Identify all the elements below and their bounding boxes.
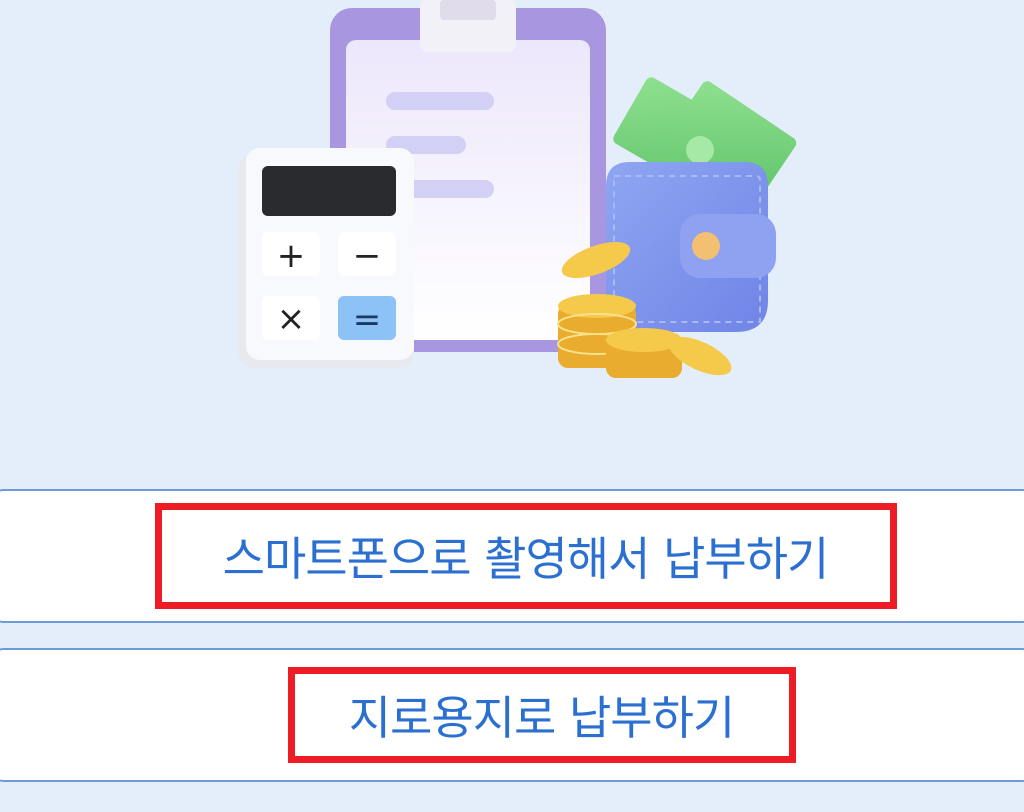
plus-key: +	[277, 236, 306, 276]
calculator-icon: + − × =	[238, 148, 414, 368]
minus-key: −	[353, 236, 382, 276]
equals-key: =	[353, 300, 382, 340]
pay-with-giro-slip-label: 지로용지로 납부하기	[287, 667, 796, 763]
payment-illustration: + − × =	[238, 0, 797, 378]
times-key: ×	[277, 299, 306, 339]
pay-with-smartphone-photo-button[interactable]: 스마트폰으로 촬영해서 납부하기	[0, 489, 1024, 623]
pay-with-smartphone-photo-label: 스마트폰으로 촬영해서 납부하기	[154, 503, 897, 609]
pay-with-giro-slip-button[interactable]: 지로용지로 납부하기	[0, 648, 1024, 782]
